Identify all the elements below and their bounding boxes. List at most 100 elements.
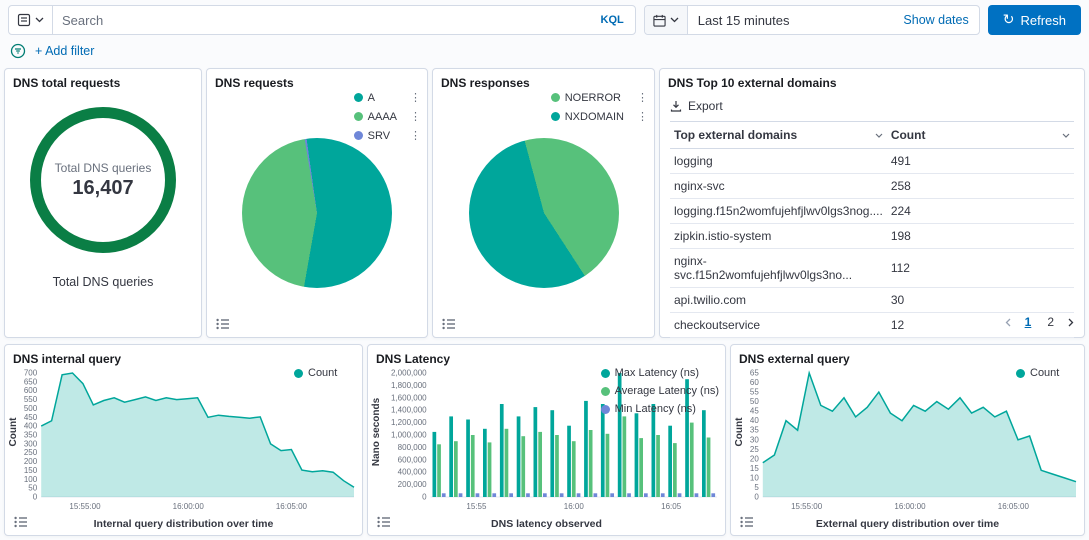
bar[interactable] [538, 432, 542, 497]
table-row[interactable]: zipkin.istio-system198 [670, 224, 1074, 249]
show-dates-link[interactable]: Show dates [903, 13, 968, 27]
bar[interactable] [656, 435, 660, 497]
bar[interactable] [711, 493, 715, 497]
y-tick-label: 0 [422, 493, 427, 502]
legend-options-icon[interactable]: ⋮ [402, 91, 421, 104]
table-row[interactable]: api.twilio.com30 [670, 288, 1074, 313]
refresh-button[interactable]: ↻ Refresh [988, 5, 1081, 35]
bar[interactable] [584, 401, 588, 497]
bar[interactable] [639, 438, 643, 497]
bar[interactable] [652, 404, 656, 497]
bar[interactable] [572, 441, 576, 497]
bar[interactable] [534, 407, 538, 497]
gauge-ring: Total DNS queries 16,407 [30, 107, 176, 253]
next-page-icon[interactable] [1068, 318, 1074, 327]
bar[interactable] [610, 493, 614, 497]
bar[interactable] [459, 493, 463, 497]
export-button[interactable]: Export [660, 90, 733, 121]
bar[interactable] [492, 493, 496, 497]
query-language-badge[interactable]: KQL [590, 14, 635, 26]
bar[interactable] [500, 404, 504, 497]
legend-options-icon[interactable]: ⋮ [629, 110, 648, 123]
date-range-display: Last 15 minutes Show dates [688, 13, 979, 28]
bar[interactable] [560, 493, 564, 497]
bar[interactable] [437, 444, 441, 497]
bar[interactable] [488, 442, 492, 497]
table-row[interactable]: logging.f15n2womfujehfjlwv0lgs3nog....22… [670, 199, 1074, 224]
legend-toggle-button[interactable] [737, 514, 757, 530]
bar[interactable] [644, 493, 648, 497]
add-filter-button[interactable]: + Add filter [35, 44, 94, 58]
bar[interactable] [627, 493, 631, 497]
column-header-count[interactable]: Count [887, 122, 1074, 149]
legend-options-icon[interactable]: ⋮ [629, 91, 648, 104]
legend-toggle-button[interactable] [11, 514, 31, 530]
bar[interactable] [589, 430, 593, 497]
bar[interactable] [466, 420, 470, 498]
bar[interactable] [577, 493, 581, 497]
dns-responses-pie[interactable] [469, 138, 619, 288]
bar[interactable] [449, 416, 453, 497]
legend-item[interactable]: Count [1016, 367, 1078, 379]
sort-chevron-icon[interactable] [875, 133, 883, 138]
legend-item[interactable]: Count [294, 367, 356, 379]
bar[interactable] [471, 435, 475, 497]
bar[interactable] [678, 493, 682, 497]
download-icon [670, 100, 682, 112]
pagination-page-2[interactable]: 2 [1045, 314, 1056, 330]
bar[interactable] [702, 410, 706, 497]
bar[interactable] [690, 423, 694, 497]
bar[interactable] [433, 432, 437, 497]
legend-toggle-button[interactable] [439, 316, 459, 332]
bar[interactable] [661, 493, 665, 497]
legend-item[interactable]: NXDOMAIN⋮ [551, 110, 648, 123]
bar[interactable] [635, 413, 639, 497]
bar[interactable] [509, 493, 513, 497]
time-range-label[interactable]: Last 15 minutes [698, 13, 790, 28]
bar[interactable] [623, 416, 627, 497]
filter-icon[interactable] [10, 43, 26, 59]
table-row[interactable]: nginx-svc.f15n2womfujehfjlwv0lgs3no...11… [670, 249, 1074, 288]
bar[interactable] [555, 435, 559, 497]
bar[interactable] [594, 493, 598, 497]
bar[interactable] [606, 434, 610, 497]
table-row[interactable]: nginx-svc258 [670, 174, 1074, 199]
date-quick-select-button[interactable] [645, 6, 688, 34]
legend-item[interactable]: Max Latency (ns) [601, 367, 719, 379]
legend-item[interactable]: AAAA⋮ [354, 110, 421, 123]
legend-options-icon[interactable]: ⋮ [402, 129, 421, 142]
bar[interactable] [695, 493, 699, 497]
bar[interactable] [550, 410, 554, 497]
saved-queries-button[interactable] [9, 6, 53, 34]
table-row[interactable]: logging491 [670, 149, 1074, 174]
bar[interactable] [442, 493, 446, 497]
bar[interactable] [476, 493, 480, 497]
bar[interactable] [517, 416, 521, 497]
column-header-domains[interactable]: Top external domains [670, 122, 887, 149]
bar[interactable] [526, 493, 530, 497]
bar[interactable] [668, 426, 672, 497]
legend-item[interactable]: Average Latency (ns) [601, 385, 719, 397]
bar[interactable] [483, 429, 487, 497]
sort-chevron-icon[interactable] [1062, 133, 1070, 138]
y-tick-label: 250 [24, 448, 38, 457]
bar[interactable] [505, 429, 509, 497]
bar[interactable] [601, 404, 605, 497]
bar[interactable] [543, 493, 547, 497]
bar[interactable] [567, 426, 571, 497]
legend-toggle-button[interactable] [213, 316, 233, 332]
legend-item[interactable]: Min Latency (ns) [601, 403, 719, 415]
bar[interactable] [673, 443, 677, 497]
dns-requests-pie[interactable] [242, 138, 392, 288]
bar[interactable] [707, 438, 711, 498]
legend-item[interactable]: NOERROR⋮ [551, 91, 648, 104]
pagination-page-1[interactable]: 1 [1023, 314, 1034, 330]
prev-page-icon[interactable] [1005, 318, 1011, 327]
legend-item[interactable]: SRV⋮ [354, 129, 421, 142]
legend-item[interactable]: A⋮ [354, 91, 421, 104]
bar[interactable] [454, 441, 458, 497]
legend-options-icon[interactable]: ⋮ [402, 110, 421, 123]
bar[interactable] [521, 436, 525, 497]
legend-toggle-button[interactable] [374, 514, 394, 530]
search-input[interactable] [53, 6, 590, 34]
